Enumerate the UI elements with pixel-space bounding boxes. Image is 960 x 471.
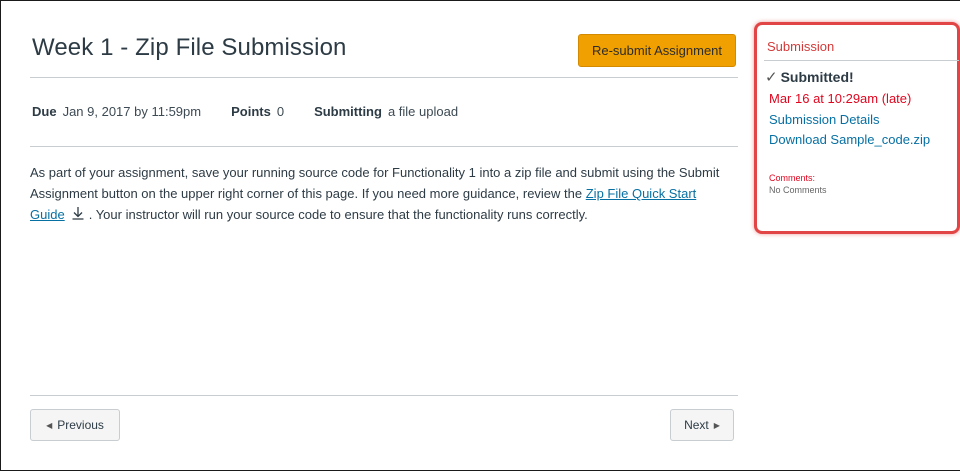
- check-icon: ✓: [765, 69, 778, 86]
- download-icon[interactable]: [71, 205, 85, 226]
- assignment-description: As part of your assignment, save your ru…: [30, 162, 730, 226]
- submitting-label: Submitting: [314, 104, 382, 119]
- due-value: Jan 9, 2017 by 11:59pm: [62, 104, 202, 119]
- description-text: . Your instructor will run your source c…: [88, 207, 588, 222]
- triangle-right-icon: ▶: [713, 420, 720, 430]
- download-file-link[interactable]: Download Sample_code.zip: [769, 132, 930, 147]
- submitting-value: a file upload: [387, 104, 459, 119]
- submission-sidebar: Submission ✓ Submitted! Mar 16 at 10:29a…: [754, 22, 960, 234]
- triangle-left-icon: ◀: [46, 420, 53, 430]
- next-button[interactable]: Next ▶: [670, 409, 734, 441]
- due-label: Due: [32, 104, 57, 119]
- assignment-details: Due Jan 9, 2017 by 11:59pm Points 0 Subm…: [32, 104, 488, 119]
- divider: [30, 395, 738, 396]
- submission-status: ✓ Submitted!: [765, 68, 854, 86]
- page-title: Week 1 - Zip File Submission: [32, 34, 347, 61]
- submission-date: Mar 16 at 10:29am (late): [769, 91, 912, 106]
- submission-details-link[interactable]: Submission Details: [769, 112, 880, 127]
- next-label: Next: [684, 418, 709, 432]
- points-label: Points: [231, 104, 271, 119]
- previous-button[interactable]: ◀ Previous: [30, 409, 120, 441]
- resubmit-assignment-button[interactable]: Re-submit Assignment: [578, 34, 736, 67]
- comments-label: Comments:: [769, 173, 816, 183]
- divider: [30, 77, 738, 78]
- assignment-content: Week 1 - Zip File Submission Re-submit A…: [30, 18, 738, 458]
- previous-label: Previous: [57, 418, 104, 432]
- submission-header: Submission: [767, 39, 835, 54]
- divider: [764, 60, 959, 61]
- points-value: 0: [276, 104, 285, 119]
- status-text: Submitted!: [780, 69, 854, 85]
- divider: [30, 146, 738, 147]
- comments-value: No Comments: [769, 185, 827, 195]
